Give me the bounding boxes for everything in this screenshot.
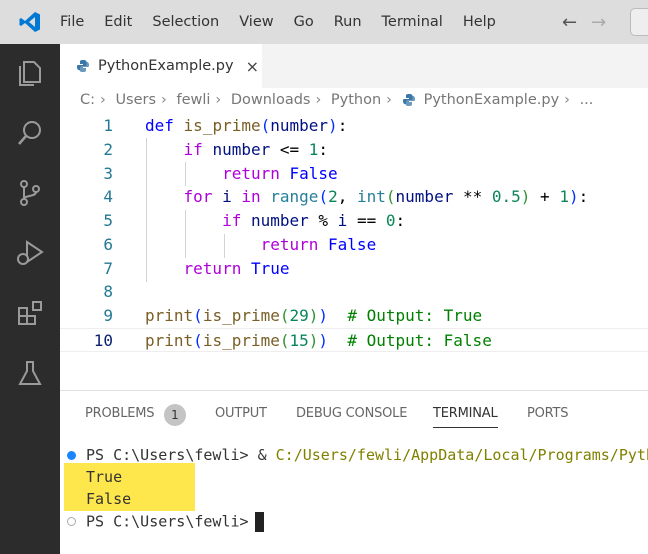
terminal-output-line: True bbox=[86, 468, 123, 486]
tab-debug-console[interactable]: DEBUG CONSOLE bbox=[296, 406, 407, 421]
breadcrumb-downloads[interactable]: Downloads bbox=[231, 92, 311, 108]
menu-go[interactable]: Go bbox=[294, 14, 314, 30]
code-line: 9 print(is_prime(29)) # Output: True bbox=[103, 306, 483, 325]
source-control-icon[interactable] bbox=[15, 178, 45, 208]
python-file-icon bbox=[402, 94, 415, 106]
breadcrumb-python[interactable]: Python bbox=[331, 92, 381, 108]
run-debug-icon[interactable] bbox=[15, 238, 45, 268]
menu-terminal[interactable]: Terminal bbox=[382, 14, 443, 30]
vscode-logo-icon bbox=[0, 0, 60, 44]
code-line: 7 return True bbox=[103, 259, 290, 278]
menu-file[interactable]: File bbox=[60, 14, 84, 30]
menu-run[interactable]: Run bbox=[334, 14, 362, 30]
title-bar: File Edit Selection View Go Run Terminal… bbox=[0, 0, 648, 44]
editor-tab-bar: PythonExample.py × bbox=[60, 44, 648, 88]
breadcrumb-more[interactable]: ... bbox=[580, 92, 594, 108]
extensions-icon[interactable] bbox=[15, 298, 45, 328]
python-file-icon bbox=[77, 60, 89, 72]
breadcrumb-file[interactable]: PythonExample.py bbox=[424, 92, 560, 108]
code-line: 2 if number <= 1: bbox=[103, 140, 329, 159]
tab-output[interactable]: OUTPUT bbox=[215, 406, 267, 421]
back-arrow-icon[interactable]: ← bbox=[562, 12, 577, 33]
tab-problems[interactable]: PROBLEMS bbox=[85, 406, 155, 421]
tab-terminal[interactable]: TERMINAL bbox=[433, 406, 498, 428]
tab-python-example[interactable]: PythonExample.py × bbox=[60, 44, 262, 88]
code-line: 8 bbox=[103, 282, 113, 301]
terminal-command-line: PS C:\Users\fewli> & C:/Users/fewli/AppD… bbox=[86, 446, 648, 464]
terminal-prompt-line[interactable]: PS C:\Users\fewli> bbox=[86, 512, 264, 532]
activity-bar bbox=[0, 44, 60, 554]
code-line: 3 return False bbox=[103, 164, 338, 183]
problems-count-badge: 1 bbox=[164, 404, 186, 426]
code-line: 4 for i in range(2, int(number ** 0.5) +… bbox=[103, 187, 589, 206]
search-icon[interactable] bbox=[15, 118, 45, 148]
breadcrumb: C: › Users › fewli › Downloads › Python › Pyt… bbox=[80, 92, 594, 108]
command-center-search[interactable] bbox=[630, 8, 648, 36]
forward-arrow-icon[interactable]: → bbox=[591, 12, 606, 33]
menu-view[interactable]: View bbox=[239, 14, 273, 30]
command-pending-dot-icon bbox=[67, 517, 76, 526]
code-line-current: 10 print(is_prime(15)) # Output: False bbox=[60, 328, 648, 352]
close-tab-icon[interactable]: × bbox=[246, 57, 259, 76]
tab-ports[interactable]: PORTS bbox=[527, 406, 569, 421]
menu-selection[interactable]: Selection bbox=[152, 14, 219, 30]
breadcrumb-users[interactable]: Users bbox=[115, 92, 156, 108]
code-line: 5 if number % i == 0: bbox=[103, 211, 406, 230]
explorer-icon[interactable] bbox=[15, 58, 45, 88]
code-line: 1 def is_prime(number): bbox=[103, 116, 348, 135]
tab-label: PythonExample.py bbox=[98, 58, 234, 74]
command-success-dot-icon bbox=[67, 451, 76, 460]
bottom-panel: PROBLEMS 1 OUTPUT DEBUG CONSOLE TERMINAL… bbox=[60, 390, 648, 554]
breadcrumb-drive[interactable]: C: bbox=[80, 92, 95, 108]
menu-edit[interactable]: Edit bbox=[104, 14, 132, 30]
terminal-cursor bbox=[254, 512, 264, 532]
breadcrumb-fewli[interactable]: fewli bbox=[176, 92, 210, 108]
terminal-output-line: False bbox=[86, 490, 132, 508]
testing-flask-icon[interactable] bbox=[15, 358, 45, 388]
code-line: 6 return False bbox=[103, 235, 377, 254]
menu-help[interactable]: Help bbox=[463, 14, 496, 30]
